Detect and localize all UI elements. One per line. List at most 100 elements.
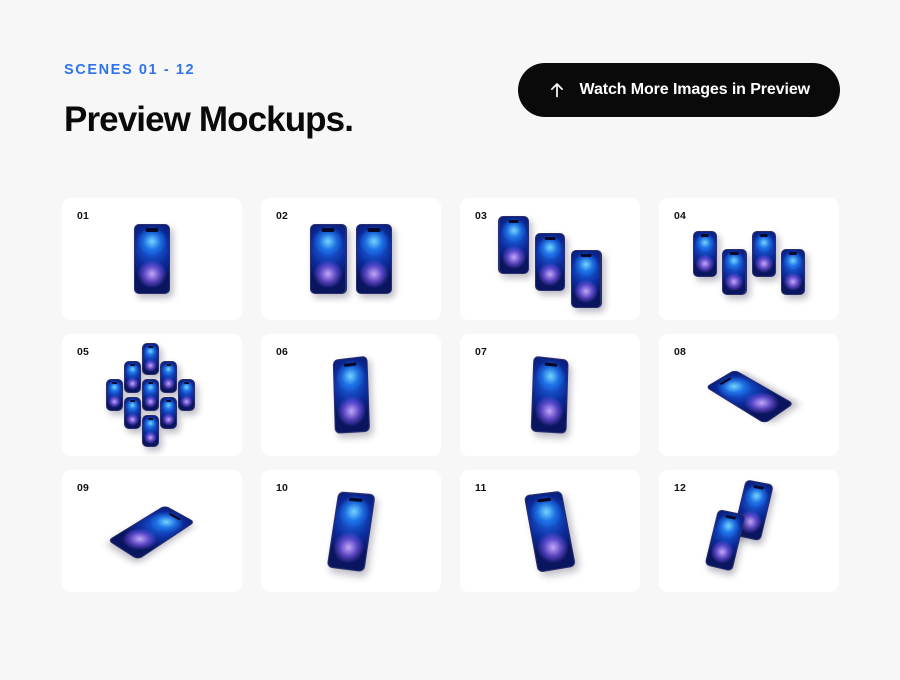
phone-notch bbox=[536, 496, 552, 503]
phone-notch bbox=[544, 361, 558, 368]
mockup-card[interactable]: 05 bbox=[62, 334, 242, 456]
mockup-card[interactable]: 11 bbox=[460, 470, 640, 592]
phone-device bbox=[523, 490, 577, 574]
card-number-label: 07 bbox=[475, 346, 488, 358]
mockup-card[interactable]: 07 bbox=[460, 334, 640, 456]
phone-screen bbox=[135, 225, 169, 293]
phone-notch bbox=[129, 399, 136, 402]
phone-screen bbox=[499, 217, 528, 273]
phone-notch bbox=[147, 345, 154, 348]
phone-screen bbox=[125, 362, 141, 393]
phone-notch bbox=[508, 219, 519, 223]
mockup-card[interactable]: 12 bbox=[659, 470, 839, 592]
phone-screen bbox=[782, 250, 805, 294]
phone-device bbox=[142, 343, 160, 376]
phone-screen bbox=[327, 492, 375, 571]
phone-group bbox=[692, 223, 806, 296]
phone-notch bbox=[718, 376, 733, 386]
phone-notch bbox=[343, 361, 357, 368]
phone-screen bbox=[572, 251, 601, 307]
card-number-label: 05 bbox=[77, 346, 90, 358]
mockup-card[interactable]: 06 bbox=[261, 334, 441, 456]
phone-notch bbox=[725, 514, 737, 520]
phone-notch bbox=[111, 381, 118, 384]
phone-notch bbox=[147, 417, 154, 420]
card-number-label: 08 bbox=[674, 346, 687, 358]
page-header: SCENES 01 - 12 Preview Mockups. Watch Mo… bbox=[64, 55, 840, 145]
mockup-card[interactable]: 01 bbox=[62, 198, 242, 320]
phone-device bbox=[571, 249, 602, 309]
phone-device bbox=[704, 369, 795, 424]
phone-screen bbox=[356, 225, 391, 293]
card-number-label: 09 bbox=[77, 482, 90, 494]
mockup-card[interactable]: 02 bbox=[261, 198, 441, 320]
phone-group bbox=[704, 479, 794, 583]
phone-device bbox=[722, 248, 747, 296]
mockup-card[interactable]: 03 bbox=[460, 198, 640, 320]
phone-screen bbox=[161, 398, 177, 429]
watch-more-images-button[interactable]: Watch More Images in Preview bbox=[517, 63, 840, 117]
phone-device bbox=[178, 379, 196, 412]
phone-notch bbox=[129, 363, 136, 366]
phone-device bbox=[106, 504, 196, 561]
phone-screen bbox=[311, 225, 346, 293]
phone-device bbox=[704, 509, 747, 573]
phone-screen bbox=[125, 398, 141, 429]
mockup-card[interactable]: 04 bbox=[659, 198, 839, 320]
phone-device bbox=[355, 223, 392, 295]
phone-screen bbox=[752, 232, 775, 276]
phone-notch bbox=[167, 512, 182, 521]
mockup-grid: 01 02 03 04 05 06 07 08 09 10 11 12 bbox=[62, 198, 841, 592]
phone-device bbox=[498, 215, 529, 275]
phone-notch bbox=[348, 497, 363, 503]
phone-screen bbox=[723, 250, 746, 294]
phone-group bbox=[96, 343, 208, 448]
phone-screen bbox=[706, 370, 793, 423]
phone-screen bbox=[143, 416, 159, 447]
phone-device bbox=[124, 397, 142, 430]
phone-screen bbox=[693, 232, 716, 276]
phone-notch bbox=[147, 381, 154, 384]
phone-notch bbox=[367, 228, 381, 233]
phone-device bbox=[332, 355, 371, 435]
arrow-up-icon bbox=[548, 81, 566, 99]
phone-screen bbox=[161, 362, 177, 393]
phone-screen bbox=[108, 506, 194, 559]
phone-notch bbox=[321, 228, 335, 233]
phone-notch bbox=[145, 228, 159, 233]
card-number-label: 03 bbox=[475, 210, 488, 222]
phone-screen bbox=[107, 380, 123, 411]
phone-notch bbox=[165, 363, 172, 366]
phone-device bbox=[692, 230, 718, 278]
card-number-label: 01 bbox=[77, 210, 90, 222]
card-number-label: 10 bbox=[276, 482, 289, 494]
phone-notch bbox=[730, 252, 739, 255]
phone-notch bbox=[753, 484, 764, 490]
phone-notch bbox=[788, 252, 798, 255]
watch-more-images-button-label: Watch More Images in Preview bbox=[579, 81, 811, 98]
phone-screen bbox=[143, 380, 159, 411]
phone-notch bbox=[183, 381, 190, 384]
mockup-card[interactable]: 09 bbox=[62, 470, 242, 592]
scene-phone-tilted-right bbox=[460, 470, 640, 592]
phone-screen bbox=[705, 510, 745, 571]
phone-screen bbox=[536, 234, 564, 290]
phone-notch bbox=[581, 253, 592, 257]
phone-screen bbox=[179, 380, 195, 411]
phone-screen bbox=[531, 356, 568, 433]
phone-device bbox=[326, 491, 376, 573]
card-number-label: 04 bbox=[674, 210, 687, 222]
card-number-label: 11 bbox=[475, 482, 487, 494]
mockup-card[interactable]: 08 bbox=[659, 334, 839, 456]
phone-group bbox=[310, 223, 392, 295]
phone-device bbox=[124, 361, 142, 394]
phone-device bbox=[106, 379, 124, 412]
phone-device bbox=[142, 379, 160, 412]
phone-device bbox=[534, 232, 566, 292]
phone-device bbox=[160, 397, 178, 430]
phone-device bbox=[133, 223, 171, 295]
mockup-card[interactable]: 10 bbox=[261, 470, 441, 592]
card-number-label: 12 bbox=[674, 482, 687, 494]
phone-device bbox=[530, 355, 569, 435]
phone-device bbox=[142, 415, 160, 448]
